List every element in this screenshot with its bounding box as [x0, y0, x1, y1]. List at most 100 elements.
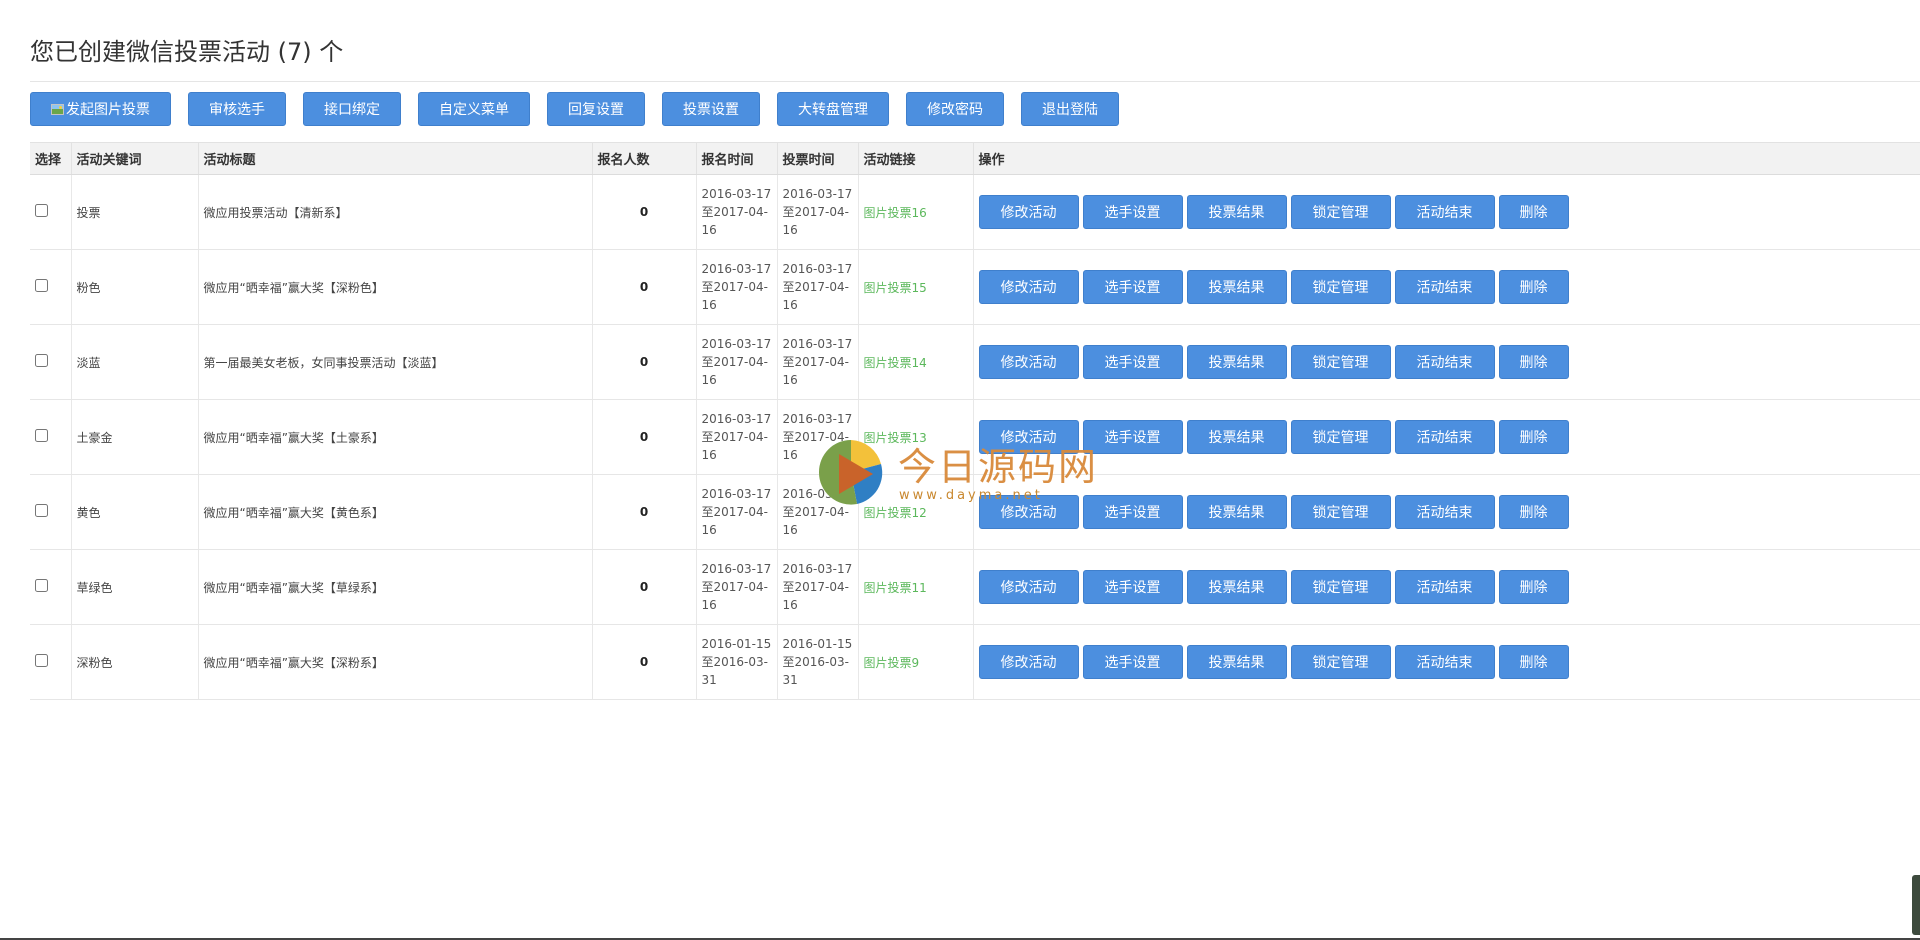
lock-management-button[interactable]: 锁定管理 [1290, 645, 1391, 679]
vote-results-button[interactable]: 投票结果 [1186, 270, 1287, 304]
vote-results-button[interactable]: 投票结果 [1186, 495, 1287, 529]
lucky-wheel-button[interactable]: 大转盘管理 [777, 92, 889, 126]
player-settings-button[interactable]: 选手设置 [1082, 645, 1183, 679]
header-vote-time: 投票时间 [777, 142, 859, 175]
activity-link[interactable]: 图片投票14 [864, 356, 927, 370]
row-checkbox[interactable] [35, 279, 48, 292]
link-cell: 图片投票15 [858, 249, 974, 325]
lock-management-button[interactable]: 锁定管理 [1290, 345, 1391, 379]
select-cell [30, 324, 72, 400]
signup-time-cell: 2016-03-17至2017-04-16 [696, 474, 778, 550]
edit-activity-button[interactable]: 修改活动 [978, 270, 1079, 304]
vote-results-button[interactable]: 投票结果 [1186, 645, 1287, 679]
change-password-button[interactable]: 修改密码 [906, 92, 1004, 126]
end-activity-button[interactable]: 活动结束 [1394, 645, 1495, 679]
header-signup-time: 报名时间 [696, 142, 778, 175]
title-cell: 第一届最美女老板，女同事投票活动【淡蓝】 [198, 324, 593, 400]
vote-results-button[interactable]: 投票结果 [1186, 570, 1287, 604]
activity-table: 选择 活动关键词 活动标题 报名人数 报名时间 投票时间 活动链接 操作 投票 … [30, 142, 1920, 700]
header-link: 活动链接 [858, 142, 974, 175]
vote-results-button[interactable]: 投票结果 [1186, 345, 1287, 379]
select-cell [30, 474, 72, 550]
link-cell: 图片投票13 [858, 399, 974, 475]
link-cell: 图片投票12 [858, 474, 974, 550]
player-settings-button[interactable]: 选手设置 [1082, 570, 1183, 604]
count-cell: 0 [592, 624, 697, 700]
player-settings-button[interactable]: 选手设置 [1082, 270, 1183, 304]
delete-button[interactable]: 删除 [1498, 345, 1569, 379]
activity-link[interactable]: 图片投票9 [864, 656, 920, 670]
row-checkbox[interactable] [35, 429, 48, 442]
lock-management-button[interactable]: 锁定管理 [1290, 420, 1391, 454]
end-activity-button[interactable]: 活动结束 [1394, 420, 1495, 454]
review-players-button[interactable]: 审核选手 [188, 92, 286, 126]
delete-button[interactable]: 删除 [1498, 645, 1569, 679]
end-activity-button[interactable]: 活动结束 [1394, 495, 1495, 529]
title-cell: 微应用“晒幸福”赢大奖【草绿系】 [198, 549, 593, 625]
player-settings-button[interactable]: 选手设置 [1082, 195, 1183, 229]
lock-management-button[interactable]: 锁定管理 [1290, 570, 1391, 604]
signup-time-cell: 2016-03-17至2017-04-16 [696, 399, 778, 475]
create-vote-button[interactable]: 发起图片投票 [30, 92, 171, 126]
activity-link[interactable]: 图片投票12 [864, 506, 927, 520]
vote-results-button[interactable]: 投票结果 [1186, 420, 1287, 454]
picture-icon [51, 103, 64, 115]
select-cell [30, 174, 72, 250]
header-keyword: 活动关键词 [71, 142, 199, 175]
edit-activity-button[interactable]: 修改活动 [978, 645, 1079, 679]
player-settings-button[interactable]: 选手设置 [1082, 420, 1183, 454]
count-cell: 0 [592, 174, 697, 250]
actions-cell: 修改活动 选手设置 投票结果 锁定管理 活动结束 删除 [973, 549, 1920, 625]
api-binding-button[interactable]: 接口绑定 [303, 92, 401, 126]
row-checkbox[interactable] [35, 354, 48, 367]
edit-activity-button[interactable]: 修改活动 [978, 345, 1079, 379]
table-row: 土豪金 微应用“晒幸福”赢大奖【土豪系】 0 2016-03-17至2017-0… [30, 399, 1920, 475]
row-checkbox[interactable] [35, 204, 48, 217]
vote-time-cell: 2016-03-17至2017-04-16 [777, 249, 859, 325]
activity-link[interactable]: 图片投票16 [864, 206, 927, 220]
page-title: 您已创建微信投票活动 (7) 个 [30, 38, 344, 66]
row-checkbox[interactable] [35, 579, 48, 592]
edge-handle[interactable] [1912, 875, 1920, 935]
count-cell: 0 [592, 324, 697, 400]
reply-settings-button[interactable]: 回复设置 [547, 92, 645, 126]
lock-management-button[interactable]: 锁定管理 [1290, 270, 1391, 304]
header-actions: 操作 [973, 142, 1920, 175]
lock-management-button[interactable]: 锁定管理 [1290, 495, 1391, 529]
player-settings-button[interactable]: 选手设置 [1082, 345, 1183, 379]
signup-time-cell: 2016-03-17至2017-04-16 [696, 324, 778, 400]
vote-settings-button[interactable]: 投票设置 [662, 92, 760, 126]
link-cell: 图片投票11 [858, 549, 974, 625]
lock-management-button[interactable]: 锁定管理 [1290, 195, 1391, 229]
end-activity-button[interactable]: 活动结束 [1394, 195, 1495, 229]
activity-link[interactable]: 图片投票11 [864, 581, 927, 595]
header-count: 报名人数 [592, 142, 697, 175]
delete-button[interactable]: 删除 [1498, 420, 1569, 454]
delete-button[interactable]: 删除 [1498, 570, 1569, 604]
delete-button[interactable]: 删除 [1498, 270, 1569, 304]
vote-time-cell: 2016-03-17至2017-04-16 [777, 549, 859, 625]
activity-link[interactable]: 图片投票13 [864, 431, 927, 445]
title-cell: 微应用投票活动【清新系】 [198, 174, 593, 250]
end-activity-button[interactable]: 活动结束 [1394, 345, 1495, 379]
vote-results-button[interactable]: 投票结果 [1186, 195, 1287, 229]
row-checkbox[interactable] [35, 504, 48, 517]
delete-button[interactable]: 删除 [1498, 495, 1569, 529]
edit-activity-button[interactable]: 修改活动 [978, 420, 1079, 454]
edit-activity-button[interactable]: 修改活动 [978, 195, 1079, 229]
custom-menu-button[interactable]: 自定义菜单 [418, 92, 530, 126]
keyword-cell: 黄色 [71, 474, 199, 550]
player-settings-button[interactable]: 选手设置 [1082, 495, 1183, 529]
end-activity-button[interactable]: 活动结束 [1394, 570, 1495, 604]
table-header-row: 选择 活动关键词 活动标题 报名人数 报名时间 投票时间 活动链接 操作 [30, 142, 1920, 175]
toolbar: 发起图片投票 审核选手 接口绑定 自定义菜单 回复设置 投票设置 大转盘管理 修… [30, 92, 1119, 126]
keyword-cell: 粉色 [71, 249, 199, 325]
activity-link[interactable]: 图片投票15 [864, 281, 927, 295]
delete-button[interactable]: 删除 [1498, 195, 1569, 229]
row-checkbox[interactable] [35, 654, 48, 667]
edit-activity-button[interactable]: 修改活动 [978, 495, 1079, 529]
end-activity-button[interactable]: 活动结束 [1394, 270, 1495, 304]
edit-activity-button[interactable]: 修改活动 [978, 570, 1079, 604]
logout-button[interactable]: 退出登陆 [1021, 92, 1119, 126]
vote-time-cell: 2016-03-17至2017-04-16 [777, 474, 859, 550]
